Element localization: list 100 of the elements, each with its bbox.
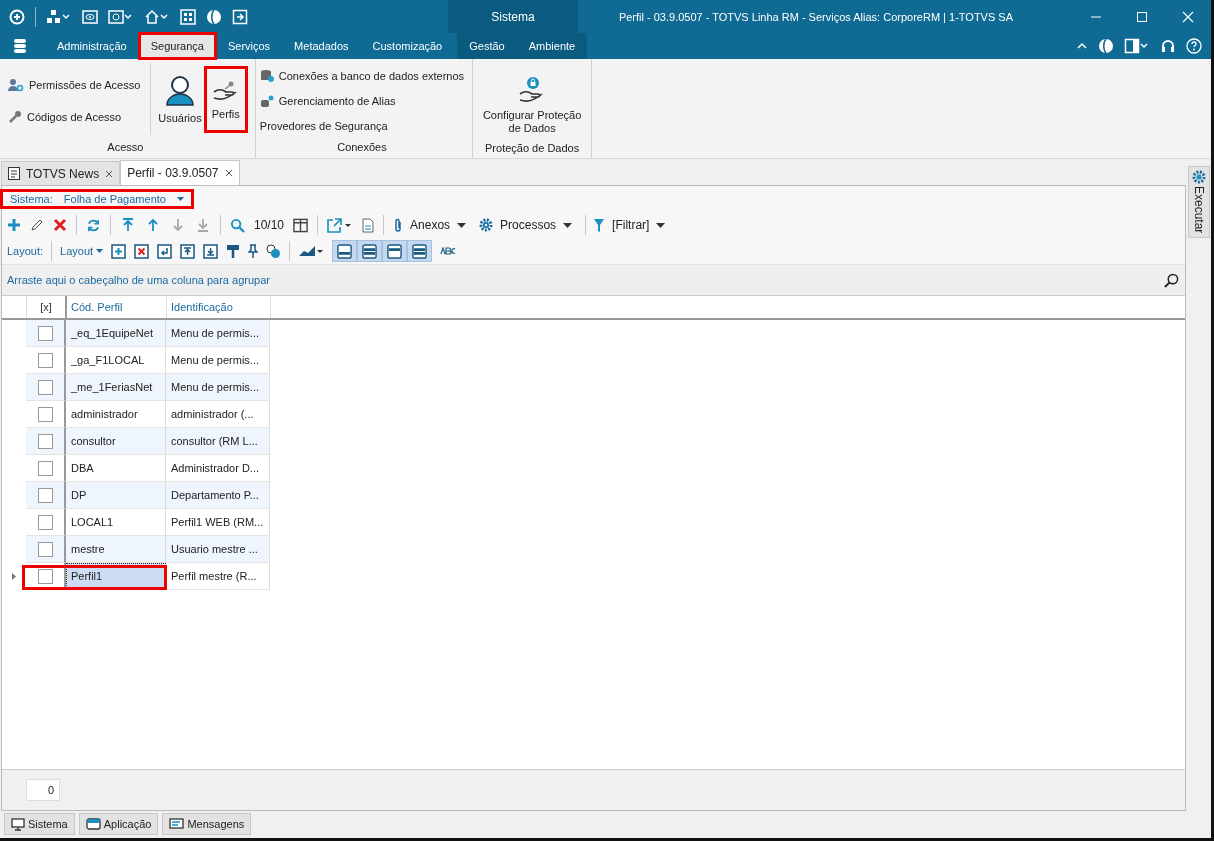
menu-tab[interactable]: Segurança <box>138 33 216 59</box>
ribbon-large-button[interactable]: Configurar Proteção de Dados <box>477 63 588 139</box>
ribbon-group-label: Acesso <box>106 140 145 155</box>
search-icon[interactable] <box>1164 272 1179 288</box>
newspaper-icon <box>8 167 20 180</box>
headset-icon[interactable] <box>1160 38 1176 54</box>
ribbon-group-label: Conexões <box>336 140 388 155</box>
view-toggle-button[interactable] <box>407 240 433 262</box>
database-menu-icon[interactable] <box>13 38 27 54</box>
eye-window-icon[interactable] <box>82 8 98 25</box>
window-icon <box>85 818 101 830</box>
toolbar-menu-button[interactable]: Anexos <box>393 217 467 233</box>
table-cell: mestre <box>66 536 166 563</box>
row-checkbox[interactable] <box>37 460 53 476</box>
column-header[interactable]: Identificação <box>167 296 271 318</box>
caret-icon <box>457 222 467 228</box>
document-tab[interactable]: Perfil - 03.9.0507 <box>120 160 240 185</box>
add-icon[interactable] <box>7 218 21 232</box>
ribbon-button[interactable]: Conexões a banco de dados externos <box>259 66 465 86</box>
paint-roller-icon[interactable] <box>226 243 241 259</box>
close-tab-icon[interactable] <box>105 169 114 178</box>
row-checkbox[interactable] <box>37 487 53 503</box>
row-checkbox[interactable] <box>37 379 53 395</box>
maximize-icon <box>1136 10 1148 23</box>
toolbar-menu-button[interactable]: [Filtrar] <box>585 215 666 235</box>
bottom-tab[interactable]: Sistema <box>4 813 75 835</box>
globe-icon[interactable] <box>1098 38 1114 54</box>
close-tab-icon[interactable] <box>224 169 233 177</box>
column-header[interactable]: [x] <box>27 296 67 318</box>
ribbon-button[interactable]: Códigos de Acesso <box>8 107 141 127</box>
table-cell: consultor <box>66 428 166 455</box>
help-icon[interactable] <box>1186 38 1202 54</box>
menu-tab[interactable]: Gestão <box>457 33 517 59</box>
row-checkbox[interactable] <box>37 433 53 449</box>
count-field: 0 <box>26 779 60 801</box>
view-toggle-button[interactable] <box>382 240 408 262</box>
globe-icon[interactable] <box>206 8 222 25</box>
shapes-icon[interactable] <box>266 243 282 259</box>
row-checkbox[interactable] <box>37 568 53 584</box>
database-icon <box>259 69 274 83</box>
menu-tab[interactable]: Ambiente <box>516 33 588 59</box>
document-tab[interactable]: TOTVS News <box>1 161 121 185</box>
add-layout-icon[interactable] <box>111 243 127 259</box>
spell-check-icon[interactable] <box>440 247 457 255</box>
save-layout-icon[interactable] <box>157 243 173 259</box>
area-chart-dropdown-icon[interactable] <box>298 245 325 257</box>
row-checkbox[interactable] <box>37 514 53 530</box>
exit-icon[interactable] <box>232 8 248 25</box>
export-dropdown-icon[interactable] <box>327 217 354 233</box>
database-link-icon <box>259 94 274 108</box>
grid-window-icon[interactable] <box>180 8 196 25</box>
first-record-icon[interactable] <box>120 217 136 233</box>
key-icon <box>8 110 22 124</box>
ribbon-button[interactable]: Gerenciamento de Alias <box>259 91 465 111</box>
group-by-hint: Arraste aqui o cabeçalho de uma coluna para agrupar <box>7 274 270 286</box>
menu-tab[interactable]: Administração <box>45 33 139 59</box>
download-layout-icon[interactable] <box>203 243 219 259</box>
menu-tab[interactable]: Customização <box>360 33 455 59</box>
paperclip-icon <box>393 217 404 233</box>
user-icon <box>164 74 196 106</box>
layout-menu-button[interactable]: Layout <box>60 245 104 257</box>
system-select[interactable]: Sistema: Folha de Pagamento <box>2 191 192 207</box>
document-icon[interactable] <box>362 217 375 233</box>
row-checkbox[interactable] <box>37 352 53 368</box>
caret-icon <box>176 197 184 201</box>
menu-tab[interactable]: Metadados <box>282 33 361 59</box>
split-panel-icon <box>362 243 378 259</box>
home-dropdown-icon[interactable] <box>144 8 170 25</box>
row-checkbox[interactable] <box>37 541 53 557</box>
row-checkbox[interactable] <box>37 406 53 422</box>
stacked-panel-icon <box>412 243 428 259</box>
table-cell: Menu de permis... <box>166 320 270 347</box>
column-header[interactable]: Cód. Perfil <box>67 296 167 318</box>
ribbon-button[interactable]: Provedores de Segurança <box>259 116 465 136</box>
refresh-icon[interactable] <box>86 217 101 233</box>
ribbon-large-button[interactable]: Perfis <box>204 67 247 132</box>
caret-icon <box>656 222 666 228</box>
bottom-tab[interactable]: Aplicação <box>78 813 159 835</box>
app-logo-icon[interactable] <box>9 8 25 25</box>
upload-layout-icon[interactable] <box>180 243 196 259</box>
edit-icon[interactable] <box>30 218 44 232</box>
side-panel-tab[interactable]: Executar <box>1188 166 1210 238</box>
row-checkbox[interactable] <box>37 325 53 341</box>
table-cell: Perfil mestre (R... <box>166 563 270 590</box>
pin-icon[interactable] <box>248 243 259 259</box>
layout-label: Layout: <box>7 245 44 257</box>
view-toggle-button[interactable] <box>357 240 383 262</box>
view-toggle-button[interactable] <box>332 240 358 262</box>
ribbon-large-button[interactable]: Usuários <box>155 63 205 138</box>
filter-icon <box>593 217 606 233</box>
menu-tab[interactable]: Serviços <box>215 33 283 59</box>
layout-dropdown-icon[interactable] <box>1124 38 1150 54</box>
toolbar-menu-button[interactable]: Processos <box>479 218 573 232</box>
hierarchy-dropdown-icon[interactable] <box>46 8 72 25</box>
delete-icon[interactable] <box>53 218 67 232</box>
remove-layout-icon[interactable] <box>134 243 150 259</box>
ribbon-button[interactable]: Permissões de Acesso <box>8 75 141 95</box>
bottom-tab[interactable]: Mensagens <box>162 813 252 835</box>
refresh-window-dropdown-icon[interactable] <box>108 8 134 25</box>
columns-icon[interactable] <box>293 217 309 233</box>
